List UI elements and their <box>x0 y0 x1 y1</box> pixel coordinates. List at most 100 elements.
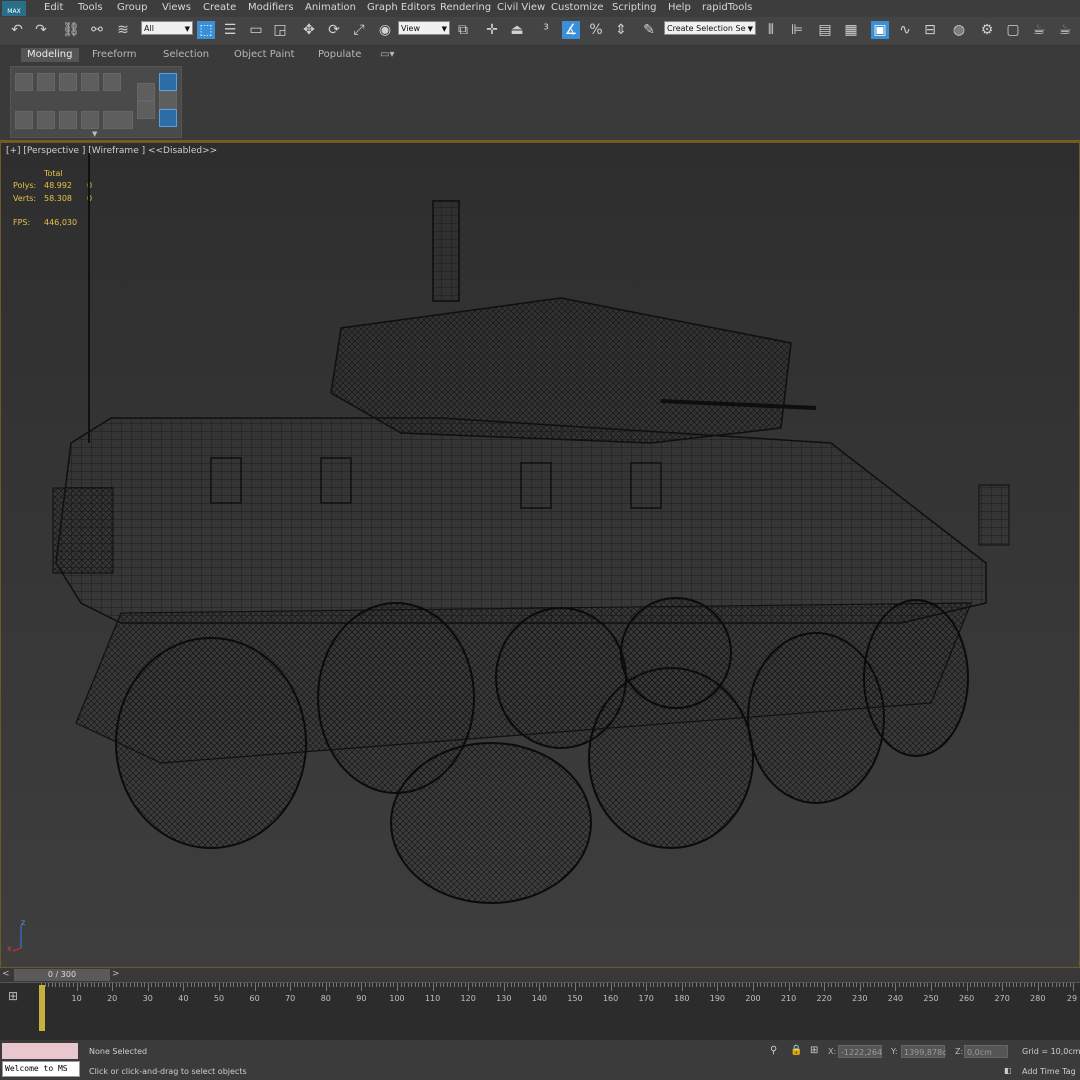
ruler-tick <box>354 983 356 987</box>
maxscript-mini-listener[interactable]: Welcome to MS <box>2 1061 80 1077</box>
ribbon-polygon-icon[interactable] <box>81 73 99 91</box>
move-icon[interactable]: ✥ <box>300 21 318 39</box>
menu-edit[interactable]: Edit <box>44 2 63 13</box>
tab-freeform[interactable]: Freeform <box>92 49 137 60</box>
time-prev-button[interactable]: < <box>2 969 12 981</box>
ribbon-border-icon[interactable] <box>59 73 77 91</box>
curve-editor-icon[interactable]: ∿ <box>896 21 914 39</box>
pivot-icon[interactable]: ⧉ <box>454 21 472 39</box>
time-tag-icon[interactable]: ◧ <box>1004 1066 1012 1075</box>
ribbon-vertex-icon[interactable] <box>15 73 33 91</box>
render-production-icon[interactable]: ☕ <box>1030 21 1048 39</box>
menu-animation[interactable]: Animation <box>305 2 356 13</box>
edit-named-selection-icon[interactable]: ✎ <box>640 21 658 39</box>
tab-object-paint[interactable]: Object Paint <box>234 49 295 60</box>
selection-filter-dropdown[interactable]: All ▼ <box>141 21 193 35</box>
tab-selection[interactable]: Selection <box>163 49 209 60</box>
z-coord-field[interactable]: 0,0cm <box>964 1045 1008 1058</box>
y-coord-field[interactable]: 1399,878c <box>901 1045 947 1058</box>
ruler-tick <box>792 983 794 987</box>
rect-region-icon[interactable]: ▭ <box>247 21 265 39</box>
menu-views[interactable]: Views <box>162 2 191 13</box>
ribbon-options-icon[interactable]: ▭▾ <box>380 49 394 60</box>
ribbon-show-end-result-icon[interactable] <box>159 73 177 91</box>
rendered-frame-icon[interactable]: ▢ <box>1004 21 1022 39</box>
ruler-tick <box>642 983 644 987</box>
angle-snap-icon[interactable]: ∡ <box>562 21 580 39</box>
menu-rapidtools[interactable]: rapidTools <box>702 2 752 13</box>
menu-tools[interactable]: Tools <box>78 2 103 13</box>
placement-icon[interactable]: ◉ <box>376 21 394 39</box>
mirror-icon[interactable]: ⫴ <box>762 21 780 39</box>
ribbon-tool-3-icon[interactable] <box>59 111 77 129</box>
time-indicator[interactable] <box>39 985 45 1031</box>
layer-explorer-icon[interactable]: ▤ <box>816 21 834 39</box>
ruler-tick <box>1020 983 1021 987</box>
ribbon-tool-4-icon[interactable] <box>81 111 99 129</box>
time-next-button[interactable]: > <box>112 969 122 981</box>
frame-ruler[interactable]: 0102030405060708090100110120130140150160… <box>36 983 1080 1005</box>
isolate-icon[interactable]: ⚲ <box>770 1045 777 1056</box>
menu-create[interactable]: Create <box>203 2 236 13</box>
ribbon-element-icon[interactable] <box>103 73 121 91</box>
app-logo[interactable]: MAX <box>2 1 26 16</box>
track-bar[interactable]: ⊞ 01020304050607080901001101201301401501… <box>0 982 1080 1041</box>
menu-help[interactable]: Help <box>668 2 691 13</box>
ribbon-ignore-backfacing-icon[interactable] <box>159 91 177 109</box>
undo-icon[interactable]: ↶ <box>8 21 26 39</box>
spinner-snap-icon[interactable]: ⇕ <box>612 21 630 39</box>
mini-curve-editor-icon[interactable]: ⊞ <box>8 989 18 1003</box>
menu-scripting[interactable]: Scripting <box>612 2 656 13</box>
bind-spacewarp-icon[interactable]: ≋ <box>114 21 132 39</box>
menu-civil-view[interactable]: Civil View <box>497 2 545 13</box>
render-setup-icon[interactable]: ⚙ <box>978 21 996 39</box>
ribbon-expand-icon[interactable]: ▼ <box>92 130 97 138</box>
material-editor-icon[interactable]: ◍ <box>950 21 968 39</box>
select-by-name-icon[interactable]: ☰ <box>221 21 239 39</box>
rotate-icon[interactable]: ⟳ <box>325 21 343 39</box>
scene-explorer-icon[interactable]: ▣ <box>871 21 889 39</box>
ribbon-pin-stack-icon[interactable] <box>159 109 177 127</box>
toggle-ribbon-icon[interactable]: ▦ <box>842 21 860 39</box>
schematic-view-icon[interactable]: ⊟ <box>921 21 939 39</box>
lock-icon[interactable]: 🔒 <box>790 1045 802 1056</box>
select-manipulate-icon[interactable]: ✛ <box>483 21 501 39</box>
ribbon-tool-5-icon[interactable] <box>103 111 133 129</box>
menu-graph-editors[interactable]: Graph Editors <box>367 2 436 13</box>
time-slider[interactable]: < 0 / 300 > <box>0 968 1080 982</box>
perspective-viewport[interactable]: [+] [Perspective ] [Wireframe ] <<Disabl… <box>0 142 1080 968</box>
ruler-tick <box>315 983 317 987</box>
add-time-tag[interactable]: Add Time Tag <box>1022 1067 1076 1076</box>
wireframe-vehicle-model[interactable]: z x <box>1 143 1079 967</box>
maxscript-mini-listener-top[interactable] <box>2 1043 78 1059</box>
ribbon-tool-1-icon[interactable] <box>15 111 33 129</box>
redo-icon[interactable]: ↷ <box>32 21 50 39</box>
menu-modifiers[interactable]: Modifiers <box>248 2 294 13</box>
render-iterative-icon[interactable]: ☕ <box>1056 21 1074 39</box>
link-icon[interactable]: ⛓ <box>62 21 80 39</box>
reference-coord-dropdown[interactable]: View ▼ <box>398 21 450 35</box>
tab-populate[interactable]: Populate <box>318 49 361 60</box>
window-crossing-icon[interactable]: ◲ <box>271 21 289 39</box>
snaps-toggle-icon[interactable]: ³ <box>537 21 555 39</box>
percent-snap-icon[interactable]: % <box>587 21 605 39</box>
keyboard-shortcut-icon[interactable]: ⏏ <box>508 21 526 39</box>
ruler-tick <box>827 983 829 987</box>
menu-rendering[interactable]: Rendering <box>440 2 491 13</box>
tab-modeling[interactable]: Modeling <box>21 48 79 62</box>
select-object-icon[interactable]: ⬚ <box>197 21 215 39</box>
unlink-icon[interactable]: ⚯ <box>88 21 106 39</box>
ribbon-preserve-uv-icon[interactable] <box>137 83 155 101</box>
ribbon-collapse-icon[interactable] <box>137 101 155 119</box>
scale-icon[interactable]: ⤢ <box>350 21 368 39</box>
ribbon-tool-2-icon[interactable] <box>37 111 55 129</box>
named-selection-dropdown[interactable]: Create Selection Se ▼ <box>664 21 756 35</box>
menu-customize[interactable]: Customize <box>551 2 604 13</box>
menu-group[interactable]: Group <box>117 2 147 13</box>
ribbon-edge-icon[interactable] <box>37 73 55 91</box>
absolute-mode-icon[interactable]: ⊞ <box>810 1045 818 1056</box>
ruler-tick <box>710 983 712 987</box>
x-coord-field[interactable]: -1222,264 <box>838 1045 882 1058</box>
align-icon[interactable]: ⊫ <box>788 21 806 39</box>
time-slider-handle[interactable]: 0 / 300 <box>14 969 110 981</box>
